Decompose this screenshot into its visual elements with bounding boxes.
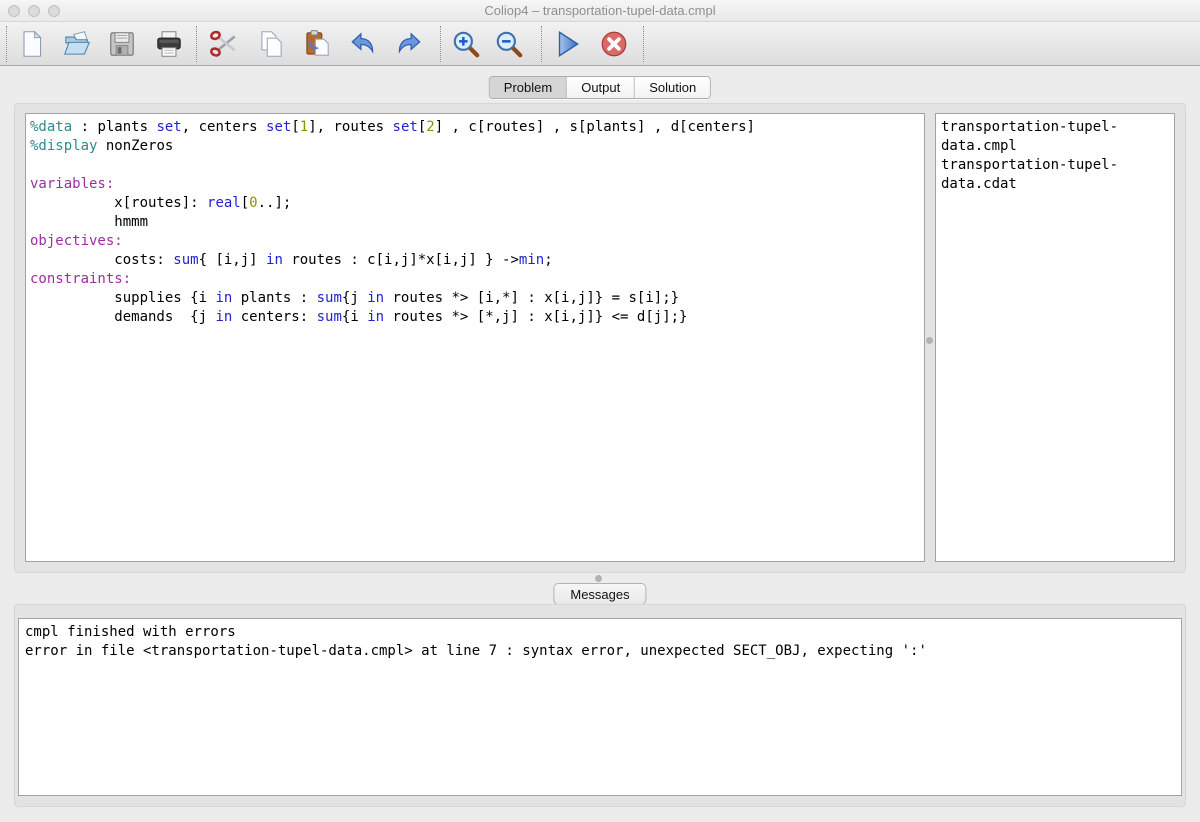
save-button[interactable] xyxy=(105,27,141,61)
zoom-in-button[interactable] xyxy=(449,27,485,61)
view-tabs: Problem Output Solution xyxy=(489,76,711,99)
code-line xyxy=(30,156,920,175)
code-line: hmmm xyxy=(30,213,920,232)
paste-clipboard-icon xyxy=(301,28,333,60)
cancel-x-icon xyxy=(598,28,630,60)
copy-pages-icon xyxy=(255,28,287,60)
open-file-button[interactable] xyxy=(60,27,96,61)
code-line: costs: sum{ [i,j] in routes : c[i,j]*x[i… xyxy=(30,251,920,270)
code-line: constraints: xyxy=(30,270,920,289)
zoom-in-magnifier-icon xyxy=(450,28,482,60)
code-line: %data : plants set, centers set[1], rout… xyxy=(30,118,920,137)
run-button[interactable] xyxy=(550,27,586,61)
new-file-button[interactable] xyxy=(15,27,51,61)
cut-scissors-icon xyxy=(208,28,240,60)
save-floppy-icon xyxy=(106,28,138,60)
file-item-cmpl[interactable]: transportation-tupel-data.cmpl xyxy=(941,118,1167,156)
code-line: supplies {i in plants : sum{j in routes … xyxy=(30,289,920,308)
new-file-icon xyxy=(16,28,48,60)
titlebar: Coliop4 – transportation-tupel-data.cmpl xyxy=(0,0,1200,22)
window-title: Coliop4 – transportation-tupel-data.cmpl xyxy=(0,3,1200,18)
redo-arrow-icon xyxy=(393,28,425,60)
code-line: objectives: xyxy=(30,232,920,251)
message-line-error: error in file <transportation-tupel-data… xyxy=(25,642,1175,661)
project-files-list[interactable]: transportation-tupel-data.cmpl transport… xyxy=(935,113,1175,562)
vertical-splitter-handle[interactable] xyxy=(926,337,933,344)
horizontal-splitter-handle[interactable] xyxy=(595,575,602,582)
toolbar-separator xyxy=(541,26,542,62)
undo-arrow-icon xyxy=(347,28,379,60)
print-button[interactable] xyxy=(152,27,188,61)
code-line: variables: xyxy=(30,175,920,194)
undo-button[interactable] xyxy=(346,27,382,61)
run-play-icon xyxy=(551,28,583,60)
tab-output[interactable]: Output xyxy=(567,77,635,98)
cancel-button[interactable] xyxy=(597,27,633,61)
code-editor-content[interactable]: %data : plants set, centers set[1], rout… xyxy=(26,114,924,331)
code-line: %display nonZeros xyxy=(30,137,920,156)
open-folder-icon xyxy=(61,28,93,60)
cut-button[interactable] xyxy=(207,27,243,61)
code-line: x[routes]: real[0..]; xyxy=(30,194,920,213)
toolbar-separator xyxy=(643,26,644,62)
code-editor[interactable]: %data : plants set, centers set[1], rout… xyxy=(25,113,925,562)
code-line: demands {j in centers: sum{i in routes *… xyxy=(30,308,920,327)
toolbar-drag-handle xyxy=(6,26,7,62)
messages-output[interactable]: cmpl finished with errors error in file … xyxy=(18,618,1182,796)
printer-icon xyxy=(153,28,185,60)
file-item-cdat[interactable]: transportation-tupel-data.cdat xyxy=(941,156,1167,194)
tab-messages[interactable]: Messages xyxy=(553,583,646,605)
toolbar xyxy=(0,22,1200,66)
paste-button[interactable] xyxy=(300,27,336,61)
toolbar-separator xyxy=(440,26,441,62)
zoom-out-magnifier-icon xyxy=(493,28,525,60)
redo-button[interactable] xyxy=(392,27,428,61)
tab-solution[interactable]: Solution xyxy=(635,77,710,98)
app-window: Coliop4 – transportation-tupel-data.cmpl xyxy=(0,0,1200,822)
toolbar-separator xyxy=(196,26,197,62)
zoom-out-button[interactable] xyxy=(492,27,528,61)
message-line-status: cmpl finished with errors xyxy=(25,623,1175,642)
copy-button[interactable] xyxy=(254,27,290,61)
tab-problem[interactable]: Problem xyxy=(490,77,567,98)
